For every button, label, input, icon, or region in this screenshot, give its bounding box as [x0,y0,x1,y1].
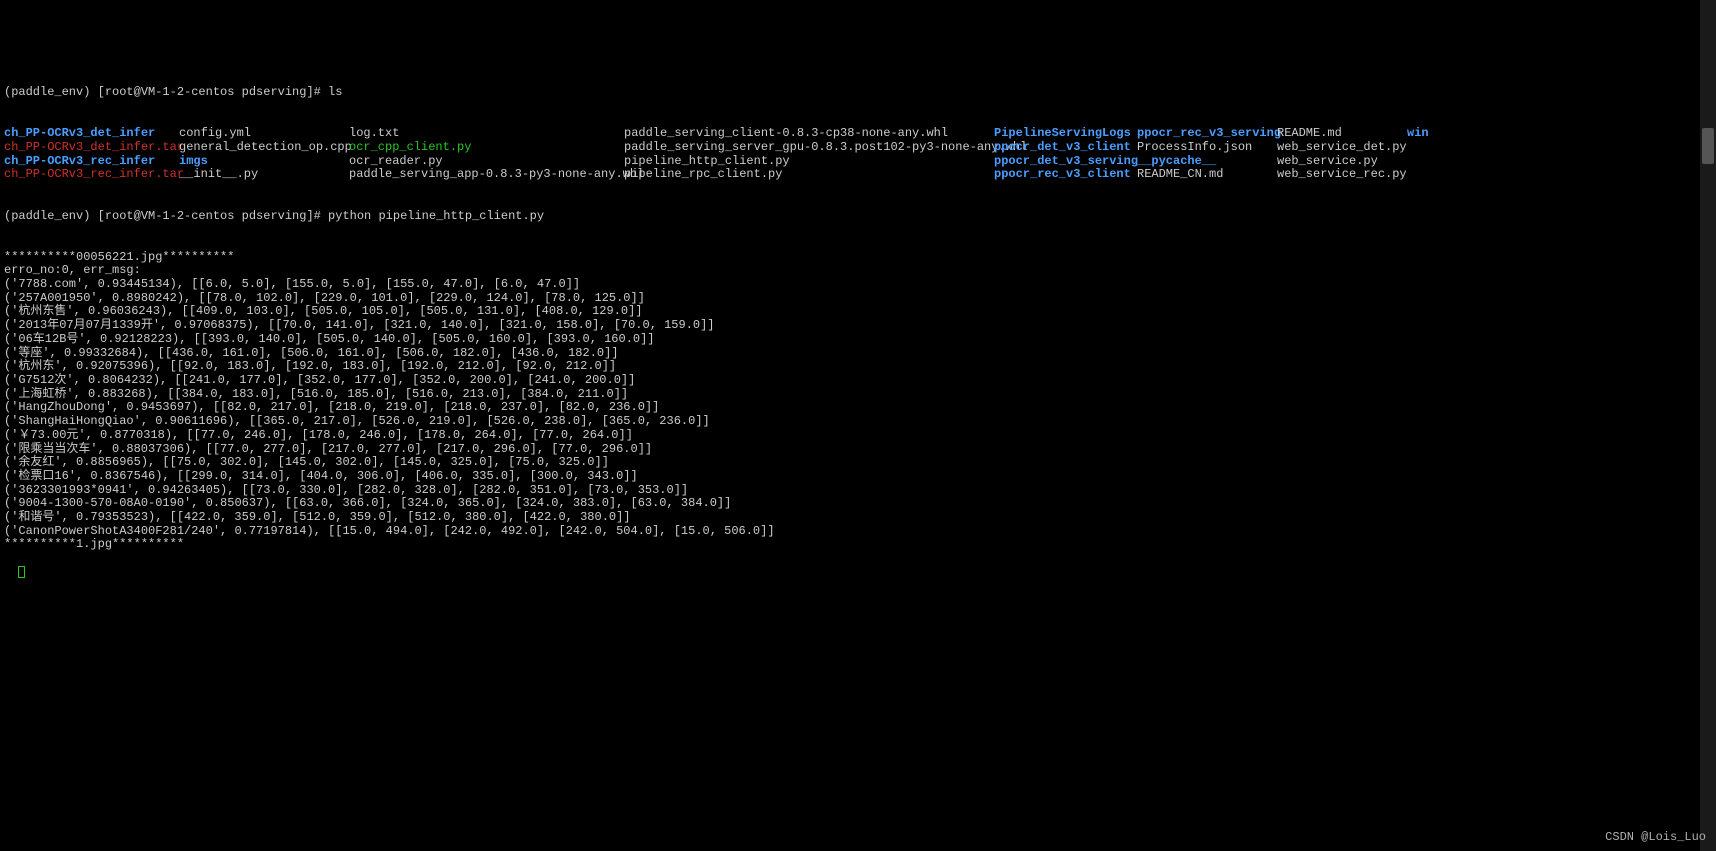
python-output: **********00056221.jpg**********erro_no:… [4,251,1712,552]
output-line: ('HangZhouDong', 0.9453697), [[82.0, 217… [4,401,1712,415]
ls-item: ocr_reader.py [349,155,624,169]
ls-item: win [1407,127,1457,141]
output-line: ('ShangHaiHongQiao', 0.90611696), [[365.… [4,415,1712,429]
output-line: **********1.jpg********** [4,538,1712,552]
ls-item: paddle_serving_server_gpu-0.8.3.post102-… [624,141,994,155]
output-line: **********00056221.jpg********** [4,251,1712,265]
ls-item [1407,141,1457,155]
ls-item: paddle_serving_client-0.8.3-cp38-none-an… [624,127,994,141]
ls-item: __init__.py [179,168,349,182]
output-line: ('余友红', 0.8856965), [[75.0, 302.0], [145… [4,456,1712,470]
cursor [18,566,25,578]
ls-item: general_detection_op.cpp [179,141,349,155]
output-line: ('检票口16', 0.8367546), [[299.0, 314.0], [… [4,470,1712,484]
ls-item: web_service.py [1277,155,1407,169]
output-line: ('9004-1300-570-08A0-0190', 0.850637), [… [4,497,1712,511]
ls-item: __pycache__ [1137,155,1277,169]
ls-item: ppocr_det_v3_client [994,141,1137,155]
ls-item: web_service_rec.py [1277,168,1407,182]
output-line: ('G7512次', 0.8064232), [[241.0, 177.0], … [4,374,1712,388]
scrollbar-vertical[interactable] [1700,0,1716,851]
ls-item: config.yml [179,127,349,141]
ls-item: ppocr_rec_v3_serving [1137,127,1277,141]
ls-item: ppocr_rec_v3_client [994,168,1137,182]
ls-item: ch_PP-OCRv3_rec_infer [4,155,179,169]
prompt-line-1: (paddle_env) [root@VM-1-2-centos pdservi… [4,86,1712,100]
output-line: ('杭州东', 0.92075396), [[92.0, 183.0], [19… [4,360,1712,374]
ls-item: paddle_serving_app-0.8.3-py3-none-any.wh… [349,168,624,182]
scrollbar-thumb[interactable] [1702,128,1714,164]
output-line: ('06车12B号', 0.92128223), [[393.0, 140.0]… [4,333,1712,347]
output-line: ('和谐号', 0.79353523), [[422.0, 359.0], [5… [4,511,1712,525]
ls-item: README_CN.md [1137,168,1277,182]
ls-item: PipelineServingLogs [994,127,1137,141]
output-line: ('7788.com', 0.93445134), [[6.0, 5.0], [… [4,278,1712,292]
ls-item: ppocr_det_v3_serving [994,155,1137,169]
ls-row: ch_PP-OCRv3_rec_inferimgsocr_reader.pypi… [4,155,1712,169]
ls-output: ch_PP-OCRv3_det_inferconfig.ymllog.txtpa… [4,127,1712,182]
ls-item: log.txt [349,127,624,141]
ls-row: ch_PP-OCRv3_det_inferconfig.ymllog.txtpa… [4,127,1712,141]
output-line: erro_no:0, err_msg: [4,264,1712,278]
output-line: ('上海虹桥', 0.883268), [[384.0, 183.0], [51… [4,388,1712,402]
terminal-area[interactable]: (paddle_env) [root@VM-1-2-centos pdservi… [4,59,1712,580]
ls-item [1407,155,1457,169]
ls-item: pipeline_http_client.py [624,155,994,169]
ls-item: ProcessInfo.json [1137,141,1277,155]
ls-item: README.md [1277,127,1407,141]
output-line: ('3623301993*0941', 0.94263405), [[73.0,… [4,484,1712,498]
output-line: ('2013年07月07月1339开', 0.97068375), [[70.0… [4,319,1712,333]
ls-item: imgs [179,155,349,169]
ls-item [1407,168,1457,182]
ls-row: ch_PP-OCRv3_rec_infer.tar__init__.pypadd… [4,168,1712,182]
ls-item: pipeline_rpc_client.py [624,168,994,182]
ls-item: ch_PP-OCRv3_det_infer.tar [4,141,179,155]
watermark: CSDN @Lois_Luo [1605,831,1706,845]
output-line: ('￥73.00元', 0.8770318), [[77.0, 246.0], … [4,429,1712,443]
prompt-line-2: (paddle_env) [root@VM-1-2-centos pdservi… [4,210,1712,224]
output-line: ('CanonPowerShotA3400F281/240', 0.771978… [4,525,1712,539]
ls-row: ch_PP-OCRv3_det_infer.targeneral_detecti… [4,141,1712,155]
ls-item: web_service_det.py [1277,141,1407,155]
ls-item: ch_PP-OCRv3_rec_infer.tar [4,168,179,182]
ls-item: ocr_cpp_client.py [349,141,624,155]
ls-item: ch_PP-OCRv3_det_infer [4,127,179,141]
